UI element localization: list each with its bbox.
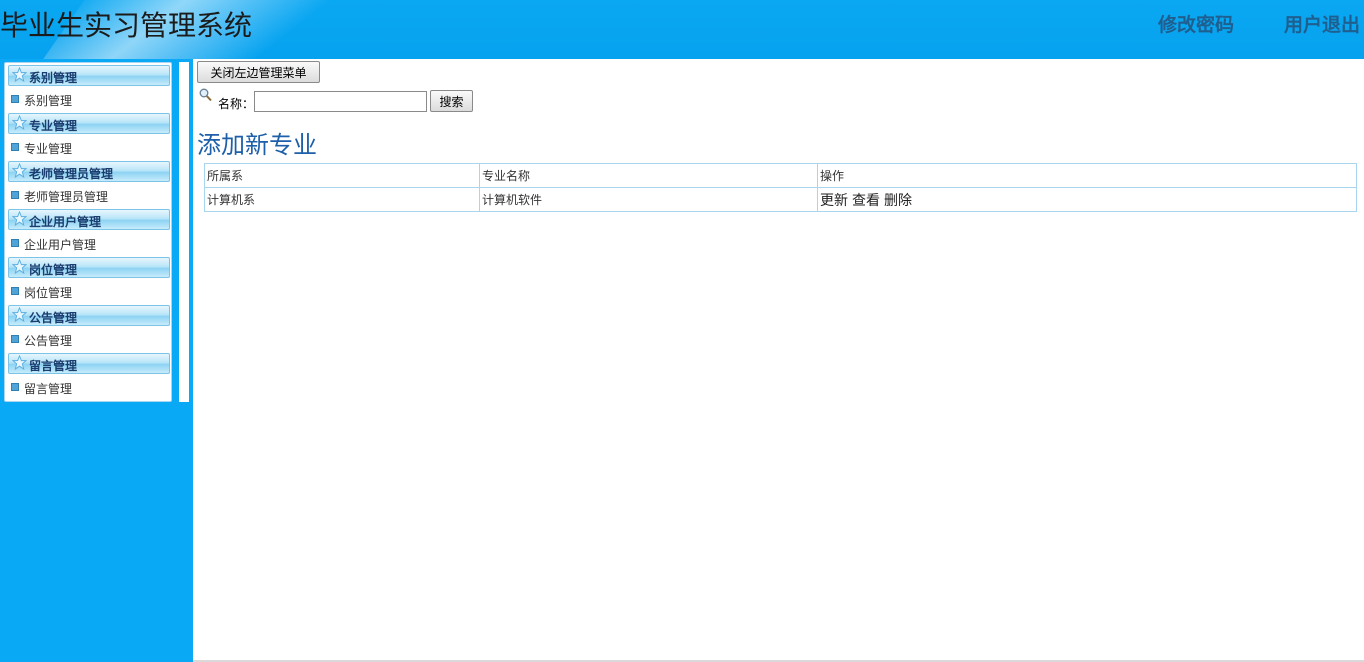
sidebar-item-label: 老师管理员管理 xyxy=(24,190,109,204)
star-icon xyxy=(12,355,27,370)
bullet-square-icon xyxy=(11,287,19,295)
column-header-department: 所属系 xyxy=(204,163,480,188)
menu-group-title: 留言管理 xyxy=(29,359,78,373)
add-new-major-link[interactable]: 添加新专业 xyxy=(197,125,317,160)
bullet-square-icon xyxy=(11,191,19,199)
star-icon xyxy=(12,307,27,322)
menu-group-title: 系别管理 xyxy=(29,71,78,85)
menu-group-header[interactable]: 岗位管理 xyxy=(8,257,170,278)
bullet-square-icon xyxy=(11,95,19,103)
menu-group-header[interactable]: 企业用户管理 xyxy=(8,209,170,230)
search-button[interactable]: 搜索 xyxy=(430,90,473,112)
sidebar-item-position[interactable]: 岗位管理 xyxy=(5,281,171,301)
sidebar-item-label: 专业管理 xyxy=(24,142,73,156)
menu-group-header[interactable]: 留言管理 xyxy=(8,353,170,374)
sidebar-item-label: 公告管理 xyxy=(24,334,73,348)
menu-group-header[interactable]: 专业管理 xyxy=(8,113,170,134)
change-password-link[interactable]: 修改密码 xyxy=(1158,10,1234,37)
menu-group-major: 专业管理 专业管理 xyxy=(5,111,171,159)
sidebar-item-teacher-admin[interactable]: 老师管理员管理 xyxy=(5,185,171,205)
menu-group-title: 企业用户管理 xyxy=(29,215,102,229)
column-header-major: 专业名称 xyxy=(479,163,818,188)
update-link[interactable]: 更新 xyxy=(820,193,848,209)
sidebar-item-message[interactable]: 留言管理 xyxy=(5,377,171,397)
star-icon xyxy=(12,163,27,178)
cell-actions: 更新 查看 删除 xyxy=(817,187,1357,212)
major-table: 所属系 专业名称 操作 计算机系 计算机软件 更新 查看 删除 xyxy=(204,163,1357,212)
sidebar-item-label: 岗位管理 xyxy=(24,286,73,300)
search-label: 名称： xyxy=(218,97,255,111)
menu-group-department: 系别管理 系别管理 xyxy=(5,63,171,111)
menu-group-title: 老师管理员管理 xyxy=(29,167,114,181)
menu-group-header[interactable]: 系别管理 xyxy=(8,65,170,86)
search-name-input[interactable] xyxy=(254,91,427,112)
sidebar-item-label: 企业用户管理 xyxy=(24,238,97,252)
sidebar-item-major[interactable]: 专业管理 xyxy=(5,137,171,157)
sidebar-item-announcement[interactable]: 公告管理 xyxy=(5,329,171,349)
menu-group-header[interactable]: 公告管理 xyxy=(8,305,170,326)
menu-group-header[interactable]: 老师管理员管理 xyxy=(8,161,170,182)
menu-group-enterprise-user: 企业用户管理 企业用户管理 xyxy=(5,207,171,255)
menu-group-position: 岗位管理 岗位管理 xyxy=(5,255,171,303)
star-icon xyxy=(12,211,27,226)
logout-link[interactable]: 用户退出 xyxy=(1284,10,1360,37)
menu-group-teacher-admin: 老师管理员管理 老师管理员管理 xyxy=(5,159,171,207)
bullet-square-icon xyxy=(11,143,19,151)
app-title: 毕业生实习管理系统 xyxy=(0,9,253,42)
top-header: 毕业生实习管理系统 修改密码 用户退出 xyxy=(0,0,1364,59)
table-row: 计算机系 计算机软件 更新 查看 删除 xyxy=(204,187,1357,212)
left-sidebar: 系别管理 系别管理 专业管理 专业管理 老师管理员管理 老师管理员管理 企业用户… xyxy=(0,59,193,662)
star-icon xyxy=(12,115,27,130)
magnifier-icon xyxy=(199,88,212,102)
close-left-menu-button[interactable]: 关闭左边管理菜单 xyxy=(197,61,320,83)
menu-group-message: 留言管理 留言管理 xyxy=(5,351,171,399)
star-icon xyxy=(12,259,27,274)
bullet-square-icon xyxy=(11,335,19,343)
sidebar-scrollbar[interactable] xyxy=(176,62,189,402)
menu-group-title: 专业管理 xyxy=(29,119,78,133)
sidebar-item-department[interactable]: 系别管理 xyxy=(5,89,171,109)
table-header-row: 所属系 专业名称 操作 xyxy=(204,163,1357,188)
cell-major: 计算机软件 xyxy=(479,187,818,212)
delete-link[interactable]: 删除 xyxy=(884,193,912,209)
sidebar-item-label: 系别管理 xyxy=(24,94,73,108)
sidebar-item-label: 留言管理 xyxy=(24,382,73,396)
column-header-actions: 操作 xyxy=(817,163,1357,188)
star-icon xyxy=(12,67,27,82)
sidebar-menu: 系别管理 系别管理 专业管理 专业管理 老师管理员管理 老师管理员管理 企业用户… xyxy=(4,62,172,402)
menu-group-title: 岗位管理 xyxy=(29,263,78,277)
bullet-square-icon xyxy=(11,239,19,247)
main-content: 关闭左边管理菜单 名称： 搜索 添加新专业 所属系 专业名称 操作 计算机系 计… xyxy=(193,59,1364,662)
bullet-square-icon xyxy=(11,383,19,391)
view-link[interactable]: 查看 xyxy=(852,193,880,209)
menu-group-announcement: 公告管理 公告管理 xyxy=(5,303,171,351)
sidebar-item-enterprise-user[interactable]: 企业用户管理 xyxy=(5,233,171,253)
cell-department: 计算机系 xyxy=(204,187,480,212)
menu-group-title: 公告管理 xyxy=(29,311,78,325)
